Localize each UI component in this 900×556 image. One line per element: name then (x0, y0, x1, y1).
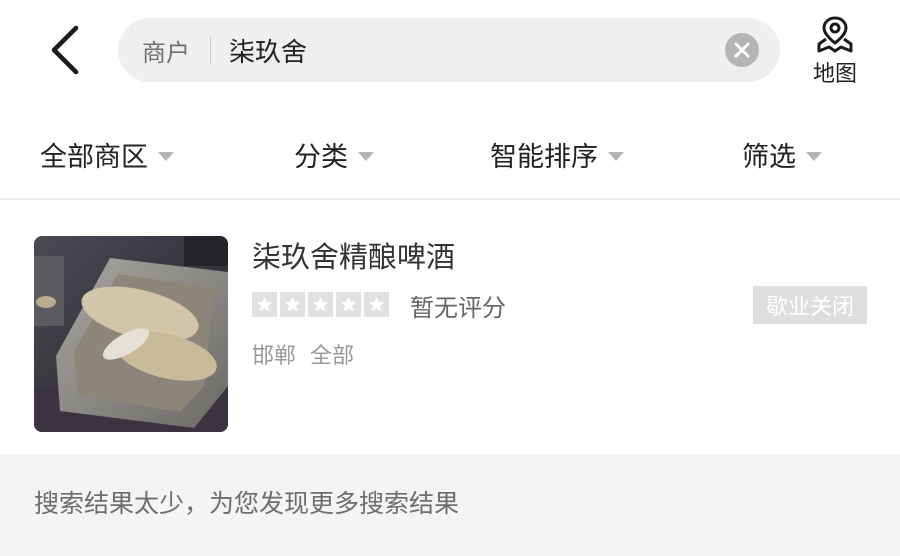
map-button[interactable]: 地图 (802, 14, 868, 90)
shop-city: 邯郸 (252, 344, 297, 369)
filter-district-label: 全部商区 (40, 141, 148, 173)
clear-search-button[interactable] (722, 30, 762, 70)
rating-stars (252, 292, 389, 317)
filter-district[interactable]: 全部商区 (40, 118, 174, 190)
star-icon (308, 292, 333, 317)
top-bar: 商户 柒玖舍 地图 (0, 0, 900, 110)
map-pin-icon (817, 16, 853, 53)
notice-text: 搜索结果太少，为您发现更多搜索结果 (34, 489, 460, 518)
star-icon (252, 292, 277, 317)
star-icon (336, 292, 361, 317)
shop-area: 全部 (310, 344, 355, 369)
filter-screen-label: 筛选 (742, 141, 796, 173)
shop-thumbnail (34, 236, 228, 432)
rating-text: 暂无评分 (410, 294, 506, 322)
filter-category-label: 分类 (294, 141, 348, 173)
filter-sort-label: 智能排序 (490, 141, 598, 173)
shop-name[interactable]: 柒玖舍精酿啤酒 (252, 234, 455, 276)
filter-category[interactable]: 分类 (294, 118, 374, 190)
filter-bar: 全部商区 分类 智能排序 筛选 (0, 118, 900, 190)
search-scope[interactable]: 商户 (142, 33, 190, 68)
caret-down-icon (608, 151, 624, 161)
back-button[interactable] (30, 20, 100, 80)
map-label: 地图 (812, 62, 857, 87)
caret-down-icon (358, 151, 374, 161)
star-icon (364, 292, 389, 317)
chevron-left-icon (51, 25, 79, 75)
filter-sort[interactable]: 智能排序 (490, 118, 624, 190)
filter-screen[interactable]: 筛选 (742, 118, 822, 190)
caret-down-icon (158, 151, 174, 161)
result-card[interactable]: 柒玖舍精酿啤酒 暂无评分 歇业关闭 邯郸 全部 (0, 204, 900, 452)
divider (0, 198, 900, 200)
status-badge: 歇业关闭 (753, 286, 867, 324)
shop-location: 邯郸 全部 (252, 338, 354, 370)
search-box[interactable]: 商户 柒玖舍 (118, 18, 780, 82)
clear-icon (725, 33, 759, 67)
more-results-notice: 搜索结果太少，为您发现更多搜索结果 (0, 454, 900, 556)
star-icon (280, 292, 305, 317)
caret-down-icon (806, 151, 822, 161)
search-input[interactable]: 柒玖舍 (229, 32, 722, 69)
search-divider (210, 36, 211, 64)
